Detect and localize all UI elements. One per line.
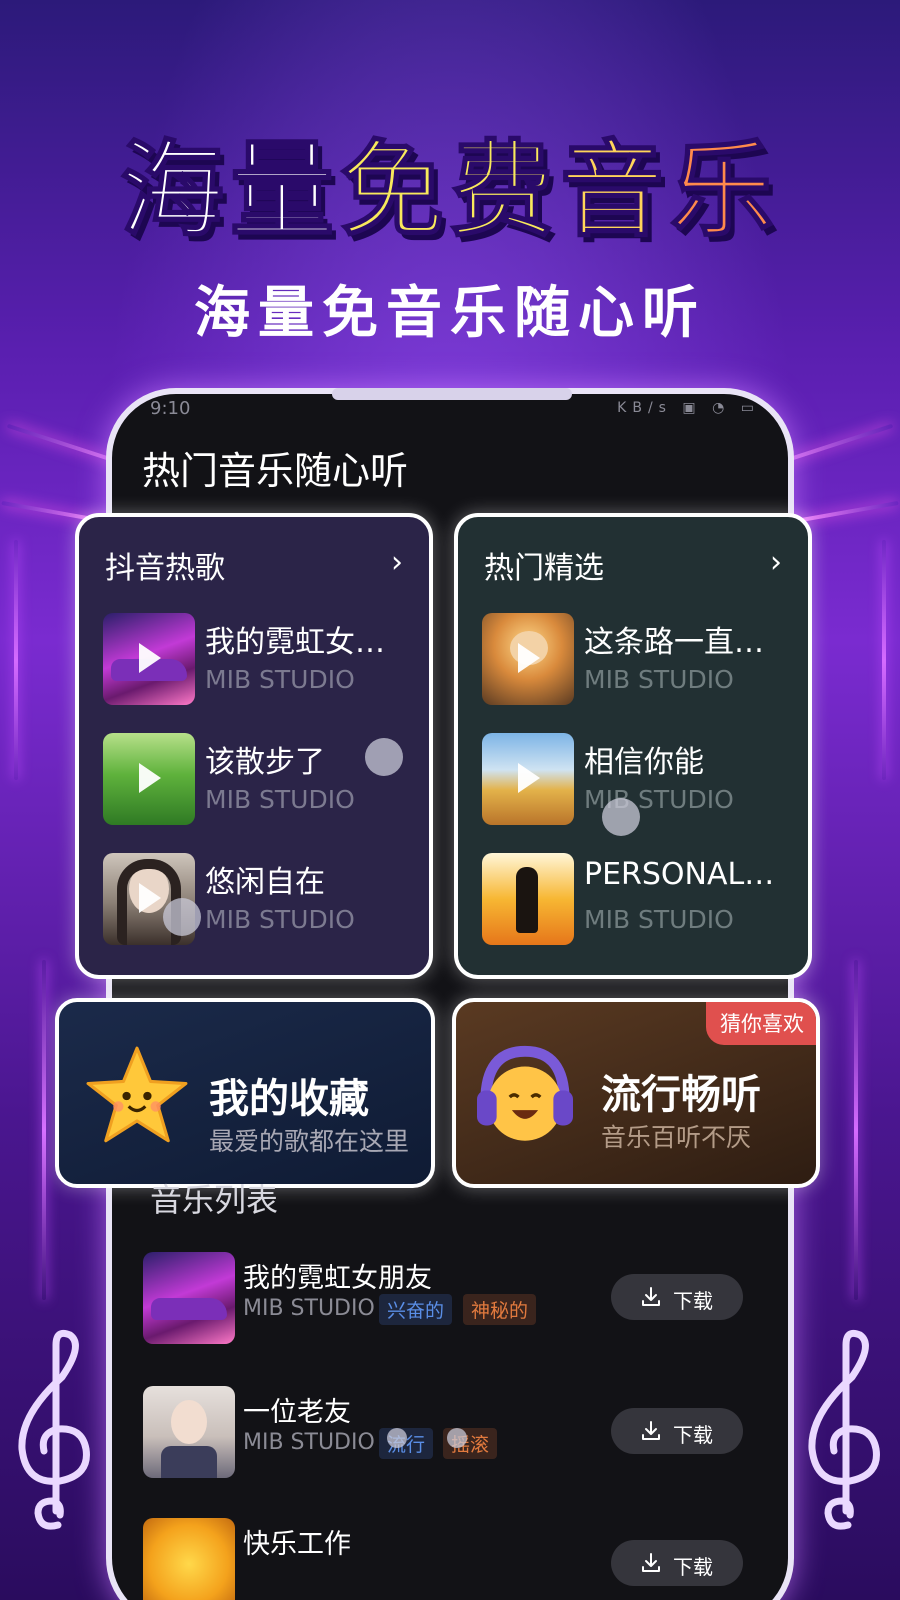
- play-icon[interactable]: [518, 763, 540, 793]
- row-song-name: 一位老友: [243, 1397, 351, 1428]
- popular-card[interactable]: 猜你喜欢 流行畅听 音乐百听不厌: [452, 998, 820, 1188]
- status-icons: KB/s ▣ ◔ ▭: [617, 400, 760, 416]
- music-list-header: 音乐列表: [150, 1181, 279, 1219]
- headline-part-3: 音: [559, 128, 671, 252]
- star-mascot-icon: [86, 1046, 188, 1143]
- song-item[interactable]: PERSONAL… MIB STUDIO: [482, 853, 802, 945]
- chevron-right-icon[interactable]: ›: [391, 545, 403, 580]
- row-song-name: 快乐工作: [243, 1529, 351, 1560]
- cover-smile-sun: [143, 1518, 235, 1600]
- headphone-emoji-icon: [477, 1045, 573, 1141]
- cover-grass: [103, 733, 195, 825]
- treble-clef-icon: [18, 1329, 90, 1530]
- singer-silhouette: [516, 867, 538, 933]
- guess-you-like-badge: 猜你喜欢: [706, 1002, 816, 1045]
- download-icon: [642, 1421, 660, 1440]
- card-title: 热门精选: [484, 551, 604, 586]
- neon-light: [882, 540, 886, 780]
- song-name: PERSONAL…: [584, 857, 775, 892]
- download-icon: [642, 1287, 660, 1306]
- song-artist: MIB STUDIO: [205, 785, 355, 814]
- headline-part-2: 免费: [339, 128, 560, 252]
- favorites-card[interactable]: 我的收藏 最爱的歌都在这里: [55, 998, 435, 1188]
- phone-notch: [332, 388, 572, 400]
- chevron-right-icon[interactable]: ›: [770, 545, 782, 580]
- headline-part-4: 乐: [669, 128, 781, 252]
- card-header[interactable]: 抖音热歌 ›: [105, 543, 403, 586]
- cover-singer-silhouette: [482, 853, 574, 945]
- play-icon[interactable]: [139, 763, 161, 793]
- download-label: 下载: [673, 1423, 713, 1447]
- touch-indicator: [163, 898, 201, 936]
- song-artist: MIB STUDIO: [205, 665, 355, 694]
- headline: 海量免费音乐: [0, 105, 900, 256]
- download-icon: [642, 1553, 660, 1572]
- song-name: 悠闲自在: [205, 865, 325, 900]
- song-artist: MIB STUDIO: [205, 905, 355, 934]
- neon-light: [14, 540, 18, 780]
- row-song-name: 我的霓虹女朋友: [243, 1263, 432, 1294]
- song-item[interactable]: 相信你能 MIB STUDIO: [482, 733, 802, 825]
- treble-clef-icon: [808, 1329, 880, 1530]
- touch-indicator: [387, 1428, 407, 1448]
- touch-indicator: [602, 798, 640, 836]
- popular-subtitle: 音乐百听不厌: [601, 1123, 752, 1152]
- download-button[interactable]: 下载: [611, 1540, 743, 1586]
- neon-light: [854, 960, 858, 1300]
- cover-neon-car: [143, 1252, 235, 1344]
- page-title: 热门音乐随心听: [142, 449, 409, 493]
- song-artist: MIB STUDIO: [584, 665, 734, 694]
- cover-girl-portrait: [143, 1386, 235, 1478]
- row-artist: MIB STUDIO: [243, 1296, 375, 1321]
- portrait-body: [161, 1446, 217, 1478]
- status-time: 9:10: [150, 398, 191, 419]
- car-shape: [151, 1298, 227, 1320]
- favorites-subtitle: 最爱的歌都在这里: [209, 1127, 410, 1156]
- song-name: 我的霓虹女…: [205, 625, 385, 660]
- song-item[interactable]: 我的霓虹女… MIB STUDIO: [103, 613, 423, 705]
- song-item[interactable]: 悠闲自在 MIB STUDIO: [103, 853, 423, 945]
- mood-tag[interactable]: 兴奋的: [379, 1294, 453, 1325]
- download-label: 下载: [673, 1555, 713, 1579]
- mood-tag[interactable]: 神秘的: [463, 1294, 537, 1325]
- neon-light: [42, 960, 46, 1300]
- download-button[interactable]: 下载: [611, 1274, 743, 1320]
- card-title: 抖音热歌: [105, 551, 225, 586]
- download-label: 下载: [673, 1289, 713, 1313]
- download-button[interactable]: 下载: [611, 1408, 743, 1454]
- cover-neon-car: [103, 613, 195, 705]
- portrait-head: [171, 1400, 207, 1444]
- card-header[interactable]: 热门精选 ›: [484, 543, 782, 586]
- touch-indicator: [365, 738, 403, 776]
- song-name: 这条路一直…: [584, 625, 764, 660]
- touch-indicator: [447, 1428, 467, 1448]
- play-icon[interactable]: [139, 643, 161, 673]
- cover-cat-guitar: [482, 613, 574, 705]
- subheadline: 海量免音乐随心听: [194, 281, 706, 346]
- play-icon[interactable]: [518, 643, 540, 673]
- row-artist: MIB STUDIO: [243, 1430, 375, 1455]
- play-icon[interactable]: [139, 883, 161, 913]
- favorites-title: 我的收藏: [209, 1076, 369, 1122]
- song-item[interactable]: 这条路一直… MIB STUDIO: [482, 613, 802, 705]
- music-list-row[interactable]: 快乐工作 下载: [143, 1518, 753, 1600]
- song-artist: MIB STUDIO: [584, 905, 734, 934]
- hot-picks-card[interactable]: 热门精选 › 这条路一直… MIB STUDIO 相信你能 MIB STUDIO…: [454, 513, 812, 979]
- song-name: 相信你能: [584, 745, 704, 780]
- headline-part-1: 海量: [119, 128, 340, 252]
- cover-field-landscape: [482, 733, 574, 825]
- popular-title: 流行畅听: [601, 1072, 761, 1118]
- music-list-row[interactable]: 我的霓虹女朋友 MIB STUDIO 兴奋的 神秘的 下载: [143, 1252, 753, 1344]
